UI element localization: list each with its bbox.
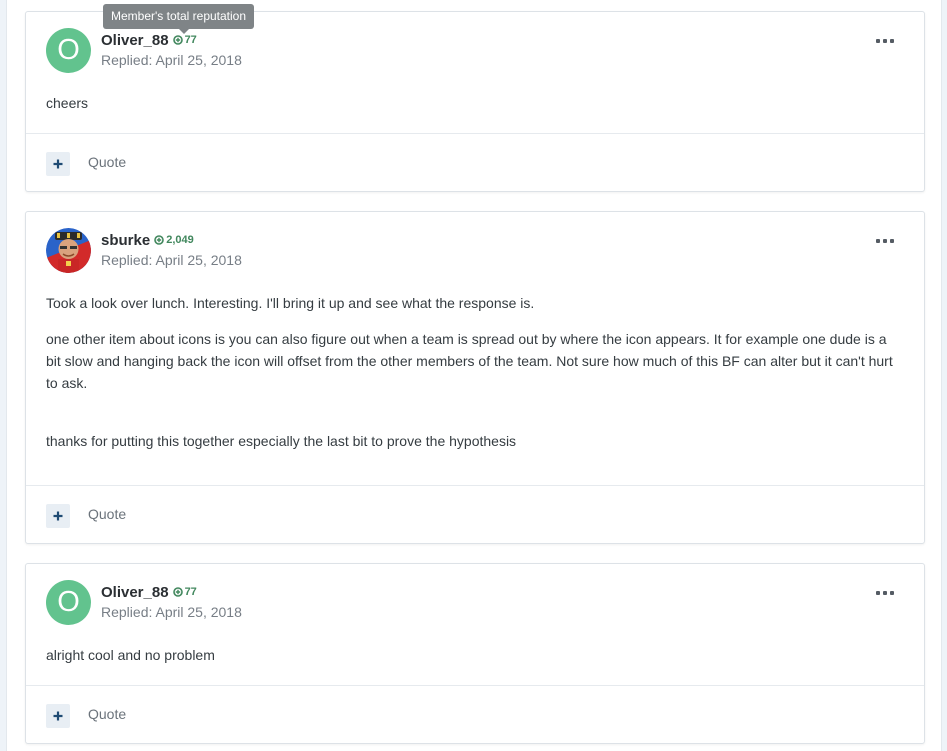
multiquote-button[interactable] xyxy=(46,504,70,528)
post-date[interactable]: Replied: April 25, 2018 xyxy=(101,52,242,68)
reputation-badge[interactable]: 77 xyxy=(172,586,197,598)
avatar-image xyxy=(46,228,91,273)
author-name[interactable]: sburke xyxy=(101,232,150,249)
post-header: sburke 2,049 Replied: April 25, 2018 xyxy=(26,212,924,284)
avatar[interactable]: O xyxy=(46,580,91,625)
post-content: Took a look over lunch. Interesting. I'l… xyxy=(26,284,924,452)
post-content: alright cool and no problem xyxy=(26,636,924,666)
post-content: cheers xyxy=(26,84,924,114)
post-footer: Quote xyxy=(26,485,924,543)
post-header: O Oliver_88 77 Replied: April 25, 2018 xyxy=(26,564,924,636)
post-date[interactable]: Replied: April 25, 2018 xyxy=(101,604,242,620)
reputation-badge[interactable]: 2,049 xyxy=(154,234,194,246)
quote-button[interactable]: Quote xyxy=(88,506,126,522)
post-footer: Quote xyxy=(26,133,924,191)
more-options-icon[interactable] xyxy=(876,236,894,246)
post-paragraph: cheers xyxy=(46,95,89,111)
avatar-letter: O xyxy=(57,586,80,618)
post-meta: Oliver_88 77 Replied: April 25, 2018 xyxy=(101,583,242,621)
quote-button[interactable]: Quote xyxy=(88,706,126,722)
post-paragraph: Took a look over lunch. Interesting. I'l… xyxy=(46,295,535,311)
reputation-count: 77 xyxy=(184,586,197,598)
post-meta: Oliver_88 77 Replied: April 25, 2018 xyxy=(101,31,242,69)
more-options-icon[interactable] xyxy=(876,588,894,598)
post-paragraph: alright cool and no problem xyxy=(46,647,215,663)
author-name[interactable]: Oliver_88 xyxy=(101,32,169,49)
avatar[interactable]: O xyxy=(46,28,91,73)
quote-button[interactable]: Quote xyxy=(88,154,126,170)
multiquote-button[interactable] xyxy=(46,152,70,176)
reputation-plus-icon xyxy=(172,587,183,597)
post-footer: Quote xyxy=(26,685,924,743)
comment-post: O Oliver_88 77 Replied: April 25, 2018 c… xyxy=(25,11,925,192)
reputation-count: 2,049 xyxy=(166,234,194,246)
reputation-tooltip: Member's total reputation xyxy=(103,4,255,34)
comment-post: O Oliver_88 77 Replied: April 25, 2018 a… xyxy=(25,563,925,744)
reputation-plus-icon xyxy=(172,35,183,45)
more-options-icon[interactable] xyxy=(876,36,894,46)
multiquote-plus-icon xyxy=(53,511,63,521)
multiquote-plus-icon xyxy=(53,711,63,721)
avatar[interactable] xyxy=(46,228,91,273)
post-paragraph: thanks for putting this together especia… xyxy=(46,433,517,449)
multiquote-button[interactable] xyxy=(46,704,70,728)
post-paragraph: one other item about icons is you can al… xyxy=(46,331,893,391)
post-date[interactable]: Replied: April 25, 2018 xyxy=(101,252,242,268)
post-meta: sburke 2,049 Replied: April 25, 2018 xyxy=(101,231,242,269)
multiquote-plus-icon xyxy=(53,159,63,169)
reputation-count: 77 xyxy=(184,34,197,46)
reputation-badge[interactable]: 77 xyxy=(172,34,197,46)
reputation-plus-icon xyxy=(154,235,165,245)
comment-post: sburke 2,049 Replied: April 25, 2018 Too… xyxy=(25,211,925,544)
avatar-letter: O xyxy=(57,34,80,66)
author-name[interactable]: Oliver_88 xyxy=(101,584,169,601)
